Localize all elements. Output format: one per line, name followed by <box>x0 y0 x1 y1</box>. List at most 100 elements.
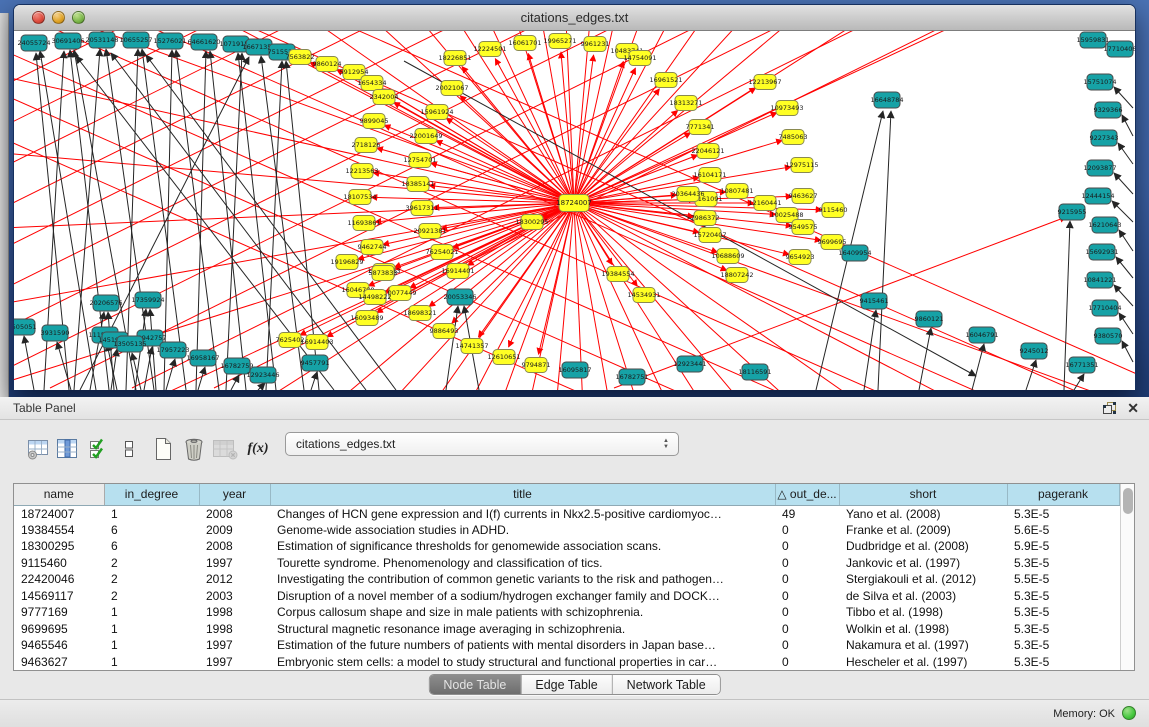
table-cell[interactable]: Jankovic et al. (1997) <box>839 555 1007 572</box>
network-graph-area[interactable]: 2405572430691406205311481065525715276021… <box>14 31 1135 390</box>
table-cell[interactable]: 2009 <box>199 522 270 539</box>
table-cell[interactable]: 2 <box>104 588 199 605</box>
table-cell[interactable]: 18300295 <box>14 538 104 555</box>
table-cell[interactable]: 5.3E-5 <box>1007 637 1119 654</box>
table-cell[interactable]: 1997 <box>199 555 270 572</box>
table-cell[interactable]: 1998 <box>199 604 270 621</box>
table-row[interactable]: 911546021997Tourette syndrome. Phenomeno… <box>14 555 1119 572</box>
new-file-icon[interactable] <box>150 434 176 464</box>
table-cell[interactable]: 0 <box>775 621 839 638</box>
table-cell[interactable]: 0 <box>775 588 839 605</box>
table-cell[interactable]: 2 <box>104 571 199 588</box>
table-cell[interactable]: 2012 <box>199 571 270 588</box>
column-header-out_de[interactable]: △ out_de... <box>775 484 839 505</box>
table-cell[interactable]: 5.5E-5 <box>1007 571 1119 588</box>
table-cell[interactable]: de Silva et al. (2003) <box>839 588 1007 605</box>
table-cell[interactable]: 9115460 <box>14 555 104 572</box>
table-cell[interactable]: 2 <box>104 555 199 572</box>
table-cell[interactable]: Franke et al. (2009) <box>839 522 1007 539</box>
select-rows-icon[interactable] <box>86 434 112 464</box>
table-cell[interactable]: 14569117 <box>14 588 104 605</box>
row-height-icon[interactable] <box>116 434 142 464</box>
table-cell[interactable]: 5.3E-5 <box>1007 505 1119 522</box>
column-header-in_degree[interactable]: in_degree <box>104 484 199 505</box>
table-cell[interactable]: 9465546 <box>14 637 104 654</box>
table-cell[interactable]: 9463627 <box>14 654 104 671</box>
table-cell[interactable]: Yano et al. (2008) <box>839 505 1007 522</box>
table-cell[interactable]: Changes of HCN gene expression and I(f) … <box>270 505 775 522</box>
table-cell[interactable]: 5.3E-5 <box>1007 555 1119 572</box>
table-row[interactable]: 1872400712008Changes of HCN gene express… <box>14 505 1119 522</box>
column-header-short[interactable]: short <box>839 484 1007 505</box>
table-cell[interactable]: 1 <box>104 637 199 654</box>
table-cell[interactable]: 1997 <box>199 637 270 654</box>
table-cell[interactable]: Hescheler et al. (1997) <box>839 654 1007 671</box>
tab-node-table[interactable]: Node Table <box>429 675 521 694</box>
column-header-year[interactable]: year <box>199 484 270 505</box>
table-cell[interactable]: 6 <box>104 538 199 555</box>
network-view-window[interactable]: citations_edges.txt 24055724306914062053… <box>13 4 1136 390</box>
table-row[interactable]: 946362711997Embryonic stem cells: a mode… <box>14 654 1119 671</box>
table-cell[interactable]: Wolkin et al. (1998) <box>839 621 1007 638</box>
window-titlebar[interactable]: citations_edges.txt <box>14 5 1135 31</box>
table-cell[interactable]: Stergiakouli et al. (2012) <box>839 571 1007 588</box>
scrollbar-thumb[interactable] <box>1123 488 1133 514</box>
table-cell[interactable]: Nakamura et al. (1997) <box>839 637 1007 654</box>
table-cell[interactable]: 18724007 <box>14 505 104 522</box>
table-cell[interactable]: Genome-wide association studies in ADHD. <box>270 522 775 539</box>
table-cell[interactable]: 1 <box>104 654 199 671</box>
table-row[interactable]: 2242004622012Investigating the contribut… <box>14 571 1119 588</box>
table-cell[interactable]: Disruption of a novel member of a sodium… <box>270 588 775 605</box>
table-cell[interactable]: 5.3E-5 <box>1007 604 1119 621</box>
table-mode-icon[interactable] <box>25 434 51 464</box>
table-cell[interactable]: Structural magnetic resonance image aver… <box>270 621 775 638</box>
table-cell[interactable]: 6 <box>104 522 199 539</box>
function-builder-icon[interactable]: f(x) <box>245 434 271 464</box>
table-scrollbar[interactable] <box>1120 484 1135 670</box>
table-cell[interactable]: 0 <box>775 654 839 671</box>
table-cell[interactable]: 5.3E-5 <box>1007 621 1119 638</box>
float-panel-icon[interactable] <box>1102 401 1117 415</box>
table-cell[interactable]: 19384554 <box>14 522 104 539</box>
table-row[interactable]: 946554611997Estimation of the future num… <box>14 637 1119 654</box>
table-cell[interactable]: 49 <box>775 505 839 522</box>
table-cell[interactable]: 2008 <box>199 505 270 522</box>
table-cell[interactable]: 1998 <box>199 621 270 638</box>
table-cell[interactable]: 5.9E-5 <box>1007 538 1119 555</box>
table-cell[interactable]: 0 <box>775 604 839 621</box>
table-cell[interactable]: 0 <box>775 555 839 572</box>
table-cell[interactable]: 22420046 <box>14 571 104 588</box>
table-cell[interactable]: Tibbo et al. (1998) <box>839 604 1007 621</box>
network-canvas[interactable]: 2405572430691406205311481065525715276021… <box>14 31 1135 390</box>
table-cell[interactable]: Dudbridge et al. (2008) <box>839 538 1007 555</box>
tab-network-table[interactable]: Network Table <box>613 675 720 694</box>
table-row[interactable]: 977716911998Corpus callosum shape and si… <box>14 604 1119 621</box>
close-panel-icon[interactable]: ✕ <box>1127 400 1139 416</box>
show-column-icon[interactable] <box>54 434 80 464</box>
table-cell[interactable]: 9777169 <box>14 604 104 621</box>
table-cell[interactable]: 0 <box>775 637 839 654</box>
table-cell[interactable]: Estimation of the future numbers of pati… <box>270 637 775 654</box>
table-cell[interactable]: 0 <box>775 522 839 539</box>
table-cell[interactable]: 5.3E-5 <box>1007 654 1119 671</box>
table-cell[interactable]: 5.6E-5 <box>1007 522 1119 539</box>
table-cell[interactable]: 0 <box>775 538 839 555</box>
table-cell[interactable]: 9699695 <box>14 621 104 638</box>
column-header-title[interactable]: title <box>270 484 775 505</box>
table-row[interactable]: 1830029562008Estimation of significance … <box>14 538 1119 555</box>
table-row[interactable]: 1456911722003Disruption of a novel membe… <box>14 588 1119 605</box>
trash-icon[interactable] <box>181 434 207 464</box>
tab-edge-table[interactable]: Edge Table <box>521 675 612 694</box>
table-cell[interactable]: Estimation of significance thresholds fo… <box>270 538 775 555</box>
node-table[interactable]: namein_degreeyeartitle△ out_de...shortpa… <box>14 484 1120 670</box>
table-cell[interactable]: 1 <box>104 621 199 638</box>
table-cell[interactable]: Corpus callosum shape and size in male p… <box>270 604 775 621</box>
table-cell[interactable]: 2003 <box>199 588 270 605</box>
column-header-name[interactable]: name <box>14 484 104 505</box>
table-cell[interactable]: 5.3E-5 <box>1007 588 1119 605</box>
table-cell[interactable]: Embryonic stem cells: a model to study s… <box>270 654 775 671</box>
table-cell[interactable]: 1997 <box>199 654 270 671</box>
table-cell[interactable]: 2008 <box>199 538 270 555</box>
column-header-pagerank[interactable]: pagerank <box>1007 484 1119 505</box>
table-row[interactable]: 1938455462009Genome-wide association stu… <box>14 522 1119 539</box>
